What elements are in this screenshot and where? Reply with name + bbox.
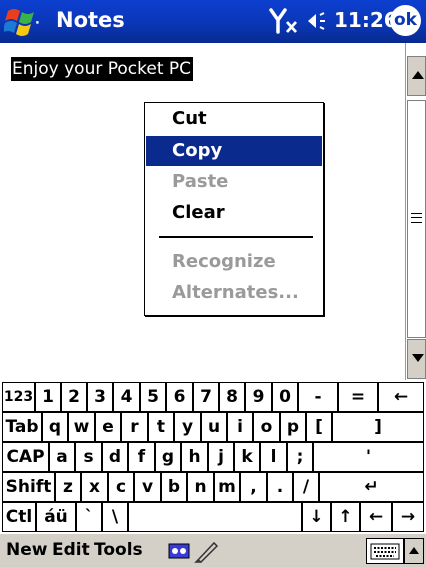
up-arrow-icon xyxy=(412,71,424,79)
menu-item-copy[interactable]: Copy xyxy=(146,136,322,166)
key-comma[interactable]: , xyxy=(240,472,267,502)
key-9[interactable]: 9 xyxy=(245,382,272,412)
menu-item-paste[interactable]: Paste xyxy=(146,167,322,197)
context-menu: Cut Copy Paste Clear Recognize Alternate… xyxy=(144,102,324,316)
key-c[interactable]: c xyxy=(108,472,134,502)
title-bar: ∙ Notes 11:26 ok xyxy=(0,0,426,43)
key-z[interactable]: z xyxy=(55,472,81,502)
key-0[interactable]: 0 xyxy=(272,382,298,412)
scroll-up-button[interactable] xyxy=(407,56,426,96)
svg-text:∙: ∙ xyxy=(35,16,40,31)
key-h[interactable]: h xyxy=(181,442,208,472)
key-semicolon[interactable]: ; xyxy=(287,442,313,472)
key-minus[interactable]: - xyxy=(298,382,338,412)
key-arrow-down[interactable]: ↓ xyxy=(302,502,331,532)
key-backtick[interactable]: ` xyxy=(76,502,102,532)
key-t[interactable]: t xyxy=(148,412,174,442)
key-s[interactable]: s xyxy=(75,442,102,472)
key-l[interactable]: l xyxy=(260,442,287,472)
no-signal-icon[interactable] xyxy=(268,6,304,36)
key-k[interactable]: k xyxy=(234,442,260,472)
vertical-scrollbar[interactable] xyxy=(405,43,426,380)
key-x[interactable]: x xyxy=(81,472,108,502)
key-y[interactable]: y xyxy=(174,412,201,442)
key-e[interactable]: e xyxy=(95,412,121,442)
key-arrow-right[interactable]: → xyxy=(392,502,424,532)
ok-button[interactable]: ok xyxy=(390,5,421,36)
key-ctrl[interactable]: Ctl xyxy=(2,502,36,532)
key-123[interactable]: 123 xyxy=(2,382,35,412)
key-close-bracket[interactable]: ] xyxy=(332,412,424,442)
key-d[interactable]: d xyxy=(102,442,128,472)
key-equals[interactable]: = xyxy=(338,382,378,412)
key-international[interactable]: áü xyxy=(36,502,76,532)
menu-item-cut[interactable]: Cut xyxy=(146,104,322,134)
key-3[interactable]: 3 xyxy=(87,382,113,412)
menu-item-alternates[interactable]: Alternates... xyxy=(146,278,322,308)
keyboard-icon[interactable] xyxy=(366,538,404,564)
up-arrow-icon[interactable] xyxy=(404,538,424,564)
key-tab[interactable]: Tab xyxy=(2,412,42,442)
key-4[interactable]: 4 xyxy=(113,382,140,412)
pen-icon[interactable] xyxy=(194,539,220,563)
key-v[interactable]: v xyxy=(134,472,161,502)
tape-recorder-icon[interactable] xyxy=(168,542,190,560)
down-arrow-icon xyxy=(412,354,424,362)
key-open-bracket[interactable]: [ xyxy=(306,412,332,442)
key-shift[interactable]: Shift xyxy=(2,472,55,502)
key-backslash[interactable]: \ xyxy=(102,502,128,532)
app-title: Notes xyxy=(56,8,125,32)
key-w[interactable]: w xyxy=(68,412,95,442)
key-8[interactable]: 8 xyxy=(219,382,245,412)
key-slash[interactable]: / xyxy=(293,472,319,502)
windows-flag-icon[interactable]: ∙ xyxy=(2,3,52,39)
key-g[interactable]: g xyxy=(155,442,181,472)
new-menu[interactable]: New xyxy=(6,540,47,560)
edit-menu[interactable]: Edit xyxy=(52,540,90,560)
tools-menu[interactable]: Tools xyxy=(94,540,143,560)
key-period[interactable]: . xyxy=(267,472,293,502)
soft-keyboard: 123 1 2 3 4 5 6 7 8 9 0 - = ← Tab q w e … xyxy=(0,380,426,533)
key-6[interactable]: 6 xyxy=(166,382,193,412)
menu-item-recognize[interactable]: Recognize xyxy=(146,247,322,277)
key-arrow-left[interactable]: ← xyxy=(360,502,392,532)
grip-icon xyxy=(411,213,422,223)
key-b[interactable]: b xyxy=(161,472,187,502)
speaker-icon[interactable] xyxy=(306,9,332,33)
key-caps-lock[interactable]: CAP xyxy=(2,442,49,472)
key-enter[interactable]: ↵ xyxy=(319,472,424,502)
key-space[interactable] xyxy=(128,502,302,532)
scroll-thumb[interactable] xyxy=(407,100,426,338)
key-apostrophe[interactable]: ' xyxy=(313,442,424,472)
key-f[interactable]: f xyxy=(128,442,155,472)
key-arrow-up[interactable]: ↑ xyxy=(331,502,360,532)
menu-bar: New Edit Tools xyxy=(0,533,426,567)
key-2[interactable]: 2 xyxy=(61,382,87,412)
key-q[interactable]: q xyxy=(42,412,68,442)
key-j[interactable]: j xyxy=(208,442,234,472)
menu-separator xyxy=(159,236,313,238)
key-a[interactable]: a xyxy=(49,442,75,472)
menu-item-clear[interactable]: Clear xyxy=(146,198,322,228)
clock[interactable]: 11:26 xyxy=(334,8,398,32)
key-n[interactable]: n xyxy=(187,472,214,502)
key-r[interactable]: r xyxy=(121,412,148,442)
key-1[interactable]: 1 xyxy=(35,382,61,412)
key-7[interactable]: 7 xyxy=(193,382,219,412)
key-i[interactable]: i xyxy=(227,412,253,442)
key-backspace[interactable]: ← xyxy=(378,382,424,412)
key-5[interactable]: 5 xyxy=(140,382,166,412)
key-m[interactable]: m xyxy=(214,472,240,502)
key-u[interactable]: u xyxy=(201,412,227,442)
scroll-down-button[interactable] xyxy=(407,339,426,379)
selected-note-text[interactable]: Enjoy your Pocket PC xyxy=(11,57,194,81)
key-p[interactable]: p xyxy=(280,412,306,442)
key-o[interactable]: o xyxy=(253,412,280,442)
